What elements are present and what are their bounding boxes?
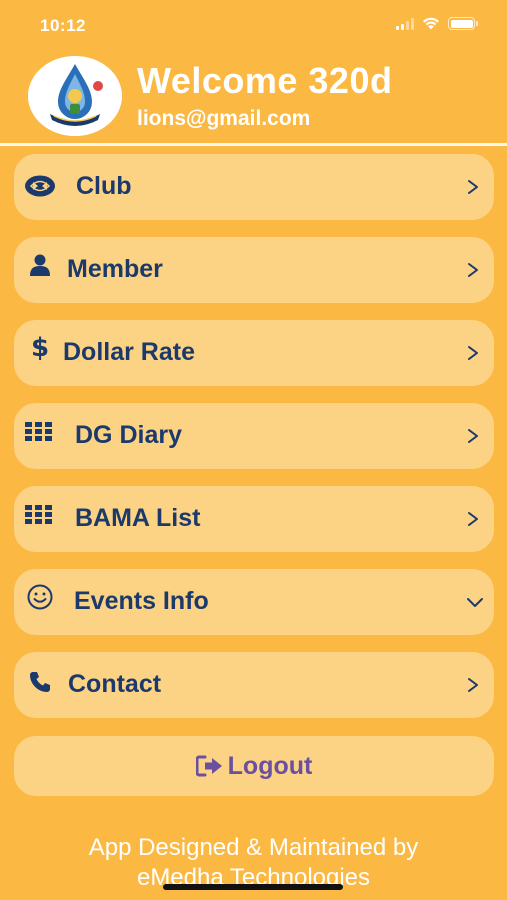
avatar[interactable] [28, 56, 122, 136]
sign-out-icon [195, 755, 222, 777]
chevron-right-icon [468, 263, 478, 277]
user-email: lions@gmail.com [137, 107, 311, 130]
menu-item-label: DG Diary [75, 421, 182, 449]
menu-item-contact[interactable]: Contact [14, 652, 494, 718]
menu-item-label: Club [76, 172, 132, 200]
menu-item-club[interactable]: Club [14, 154, 494, 220]
phone-icon [24, 668, 56, 696]
header-divider [0, 143, 507, 146]
chevron-right-icon [468, 512, 478, 526]
person-icon [24, 251, 56, 279]
side-menu: Club Member $ Dollar Rate DG Diary BAMA … [14, 154, 494, 735]
lions-logo-icon [28, 56, 122, 136]
status-bar: 10:12 [0, 0, 507, 50]
club-logo-icon [24, 172, 56, 200]
dollar-icon: $ [30, 333, 50, 363]
menu-item-events-info[interactable]: Events Info [14, 569, 494, 635]
chevron-right-icon [468, 346, 478, 360]
logout-button[interactable]: Logout [14, 736, 494, 796]
menu-item-dollar-rate[interactable]: $ Dollar Rate [14, 320, 494, 386]
footer-line: App Designed & Maintained by [88, 834, 419, 861]
grid-icon [24, 500, 56, 528]
menu-item-label: BAMA List [75, 504, 201, 532]
welcome-title: Welcome 320d [137, 60, 393, 101]
chevron-right-icon [468, 429, 478, 443]
menu-item-label: Member [67, 255, 163, 283]
logout-label: Logout [227, 751, 313, 780]
grid-icon [24, 417, 56, 445]
menu-item-dg-diary[interactable]: DG Diary [14, 403, 494, 469]
menu-item-label: Contact [68, 670, 162, 698]
menu-item-bama-list[interactable]: BAMA List [14, 486, 494, 552]
signal-icon [396, 17, 414, 30]
menu-item-label: Events Info [74, 587, 209, 615]
profile-header: Welcome 320d lions@gmail.com [0, 52, 507, 144]
chevron-right-icon [468, 678, 478, 692]
menu-item-member[interactable]: Member [14, 237, 494, 303]
menu-item-label: Dollar Rate [63, 338, 195, 366]
chevron-down-icon [467, 598, 483, 607]
wifi-icon [423, 17, 439, 30]
home-indicator [163, 884, 343, 890]
smiley-icon [24, 583, 56, 611]
status-time: 10:12 [40, 16, 86, 35]
status-icons [396, 17, 478, 30]
chevron-right-icon [468, 180, 478, 194]
battery-icon [448, 17, 478, 30]
